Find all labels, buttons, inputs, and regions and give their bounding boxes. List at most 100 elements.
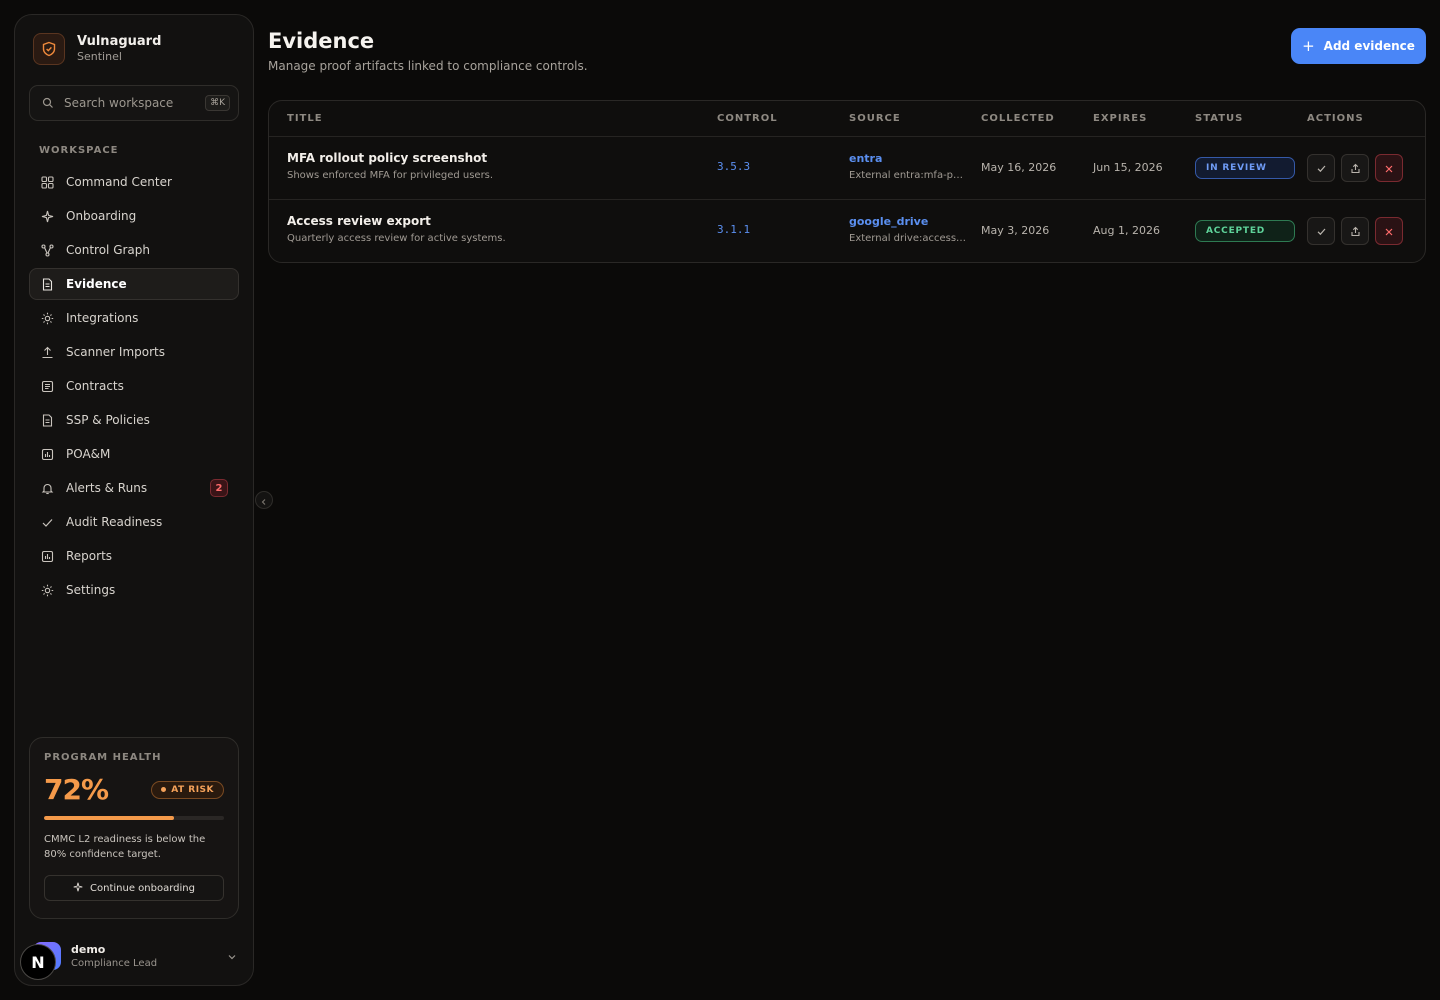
column-header-status[interactable]: STATUS xyxy=(1195,113,1243,124)
bell-icon xyxy=(40,481,54,495)
at-risk-badge: AT RISK xyxy=(151,780,224,799)
sidebar-item-label: Audit Readiness xyxy=(66,515,163,529)
source-reference: External entra:mfa-poli... xyxy=(849,170,969,181)
document-icon xyxy=(40,413,54,427)
collapse-sidebar-button[interactable] xyxy=(255,491,273,509)
search-input[interactable]: Search workspace ⌘K xyxy=(29,85,239,121)
sidebar-item-scanner-imports[interactable]: Scanner Imports xyxy=(29,336,239,368)
share-icon xyxy=(1350,222,1361,241)
brand[interactable]: Vulnaguard Sentinel xyxy=(33,33,161,65)
control-link[interactable]: 3.1.1 xyxy=(717,223,750,236)
sidebar-item-label: Command Center xyxy=(66,175,172,189)
health-progress-bar xyxy=(44,816,224,820)
column-header-expires[interactable]: EXPIRES xyxy=(1093,113,1147,124)
workspace-section-label: WORKSPACE xyxy=(39,145,119,156)
source-reference: External drive:access-r... xyxy=(849,233,969,244)
risk-badge-label: AT RISK xyxy=(171,784,214,795)
column-header-source[interactable]: SOURCE xyxy=(849,113,901,124)
sidebar-item-onboarding[interactable]: Onboarding xyxy=(29,200,239,232)
sidebar-item-evidence[interactable]: Evidence xyxy=(29,268,239,300)
grid-icon xyxy=(40,175,54,189)
source-link[interactable]: google_drive xyxy=(849,215,969,228)
control-link[interactable]: 3.5.3 xyxy=(717,160,750,173)
table-row[interactable]: Access review export Quarterly access re… xyxy=(269,200,1425,262)
sidebar-item-poam[interactable]: POA&M xyxy=(29,438,239,470)
check-icon xyxy=(40,515,54,529)
continue-onboarding-label: Continue onboarding xyxy=(90,882,195,894)
reject-button[interactable] xyxy=(1375,154,1403,182)
sun-icon xyxy=(40,311,54,325)
sidebar-item-contracts[interactable]: Contracts xyxy=(29,370,239,402)
evidence-title[interactable]: MFA rollout policy screenshot xyxy=(287,151,493,165)
evidence-title[interactable]: Access review export xyxy=(287,214,506,228)
table-row[interactable]: MFA rollout policy screenshot Shows enfo… xyxy=(269,137,1425,200)
list-icon xyxy=(40,379,54,393)
evidence-table: TITLE CONTROL SOURCE COLLECTED EXPIRES S… xyxy=(268,100,1426,263)
health-progress-fill xyxy=(44,816,174,820)
sidebar-item-ssp-policies[interactable]: SSP & Policies xyxy=(29,404,239,436)
column-header-title[interactable]: TITLE xyxy=(287,113,323,124)
user-menu[interactable]: demo Compliance Lead xyxy=(33,939,237,973)
close-icon xyxy=(1384,159,1394,178)
column-header-collected[interactable]: COLLECTED xyxy=(981,113,1055,124)
page-title: Evidence xyxy=(268,29,375,53)
expires-date: Aug 1, 2026 xyxy=(1093,224,1160,237)
page-subtitle: Manage proof artifacts linked to complia… xyxy=(268,59,588,73)
column-header-control[interactable]: CONTROL xyxy=(717,113,778,124)
sidebar: Vulnaguard Sentinel Search workspace ⌘K … xyxy=(14,14,254,986)
reject-button[interactable] xyxy=(1375,217,1403,245)
source-link[interactable]: entra xyxy=(849,152,969,165)
evidence-description: Shows enforced MFA for privileged users. xyxy=(287,170,494,181)
add-evidence-label: Add evidence xyxy=(1323,39,1415,53)
sidebar-item-label: Control Graph xyxy=(66,243,150,257)
add-evidence-button[interactable]: + Add evidence xyxy=(1291,28,1426,64)
sidebar-item-command-center[interactable]: Command Center xyxy=(29,166,239,198)
sparkle-icon xyxy=(40,209,54,223)
health-note: CMMC L2 readiness is below the 80% confi… xyxy=(44,834,206,860)
program-health-card: PROGRAM HEALTH 72% AT RISK CMMC L2 readi… xyxy=(29,737,239,919)
sidebar-item-label: Reports xyxy=(66,549,113,563)
sidebar-item-control-graph[interactable]: Control Graph xyxy=(29,234,239,266)
shield-logo-icon xyxy=(33,33,65,65)
health-percent: 72% xyxy=(44,773,109,806)
check-icon xyxy=(1316,159,1327,178)
plus-icon: + xyxy=(1302,37,1315,55)
export-button[interactable] xyxy=(1341,217,1369,245)
sidebar-item-label: POA&M xyxy=(66,447,111,461)
graph-icon xyxy=(40,243,54,257)
overlay-n-badge[interactable]: N xyxy=(20,944,56,980)
sidebar-item-label: SSP & Policies xyxy=(66,413,150,427)
share-icon xyxy=(1350,159,1361,178)
sidebar-item-label: Evidence xyxy=(66,277,127,291)
status-badge: ACCEPTED xyxy=(1195,220,1295,242)
user-role: Compliance Lead xyxy=(71,957,158,969)
table-header: TITLE CONTROL SOURCE COLLECTED EXPIRES S… xyxy=(269,101,1425,137)
sidebar-item-label: Alerts & Runs xyxy=(66,481,148,495)
sidebar-nav: Command Center Onboarding Control Graph … xyxy=(29,166,239,608)
continue-onboarding-button[interactable]: Continue onboarding xyxy=(44,875,224,901)
sidebar-item-reports[interactable]: Reports xyxy=(29,540,239,572)
sidebar-item-audit-readiness[interactable]: Audit Readiness xyxy=(29,506,239,538)
approve-button[interactable] xyxy=(1307,217,1335,245)
sidebar-item-integrations[interactable]: Integrations xyxy=(29,302,239,334)
chevron-down-icon xyxy=(227,947,237,966)
status-badge: IN REVIEW xyxy=(1195,157,1295,179)
sparkle-icon xyxy=(73,882,83,895)
check-icon xyxy=(1316,222,1327,241)
bar-chart-icon xyxy=(40,447,54,461)
gear-icon xyxy=(40,583,54,597)
search-icon xyxy=(42,94,54,113)
sidebar-item-alerts-runs[interactable]: Alerts & Runs 2 xyxy=(29,472,239,504)
chevron-left-icon xyxy=(260,491,268,510)
program-health-label: PROGRAM HEALTH xyxy=(44,752,162,763)
sidebar-item-label: Contracts xyxy=(66,379,124,393)
brand-name: Vulnaguard xyxy=(77,34,162,49)
search-shortcut: ⌘K xyxy=(205,95,230,111)
sidebar-item-settings[interactable]: Settings xyxy=(29,574,239,606)
risk-dot-icon xyxy=(161,787,167,792)
user-name: demo xyxy=(71,942,106,956)
evidence-description: Quarterly access review for active syste… xyxy=(287,233,506,244)
approve-button[interactable] xyxy=(1307,154,1335,182)
export-button[interactable] xyxy=(1341,154,1369,182)
close-icon xyxy=(1384,222,1394,241)
